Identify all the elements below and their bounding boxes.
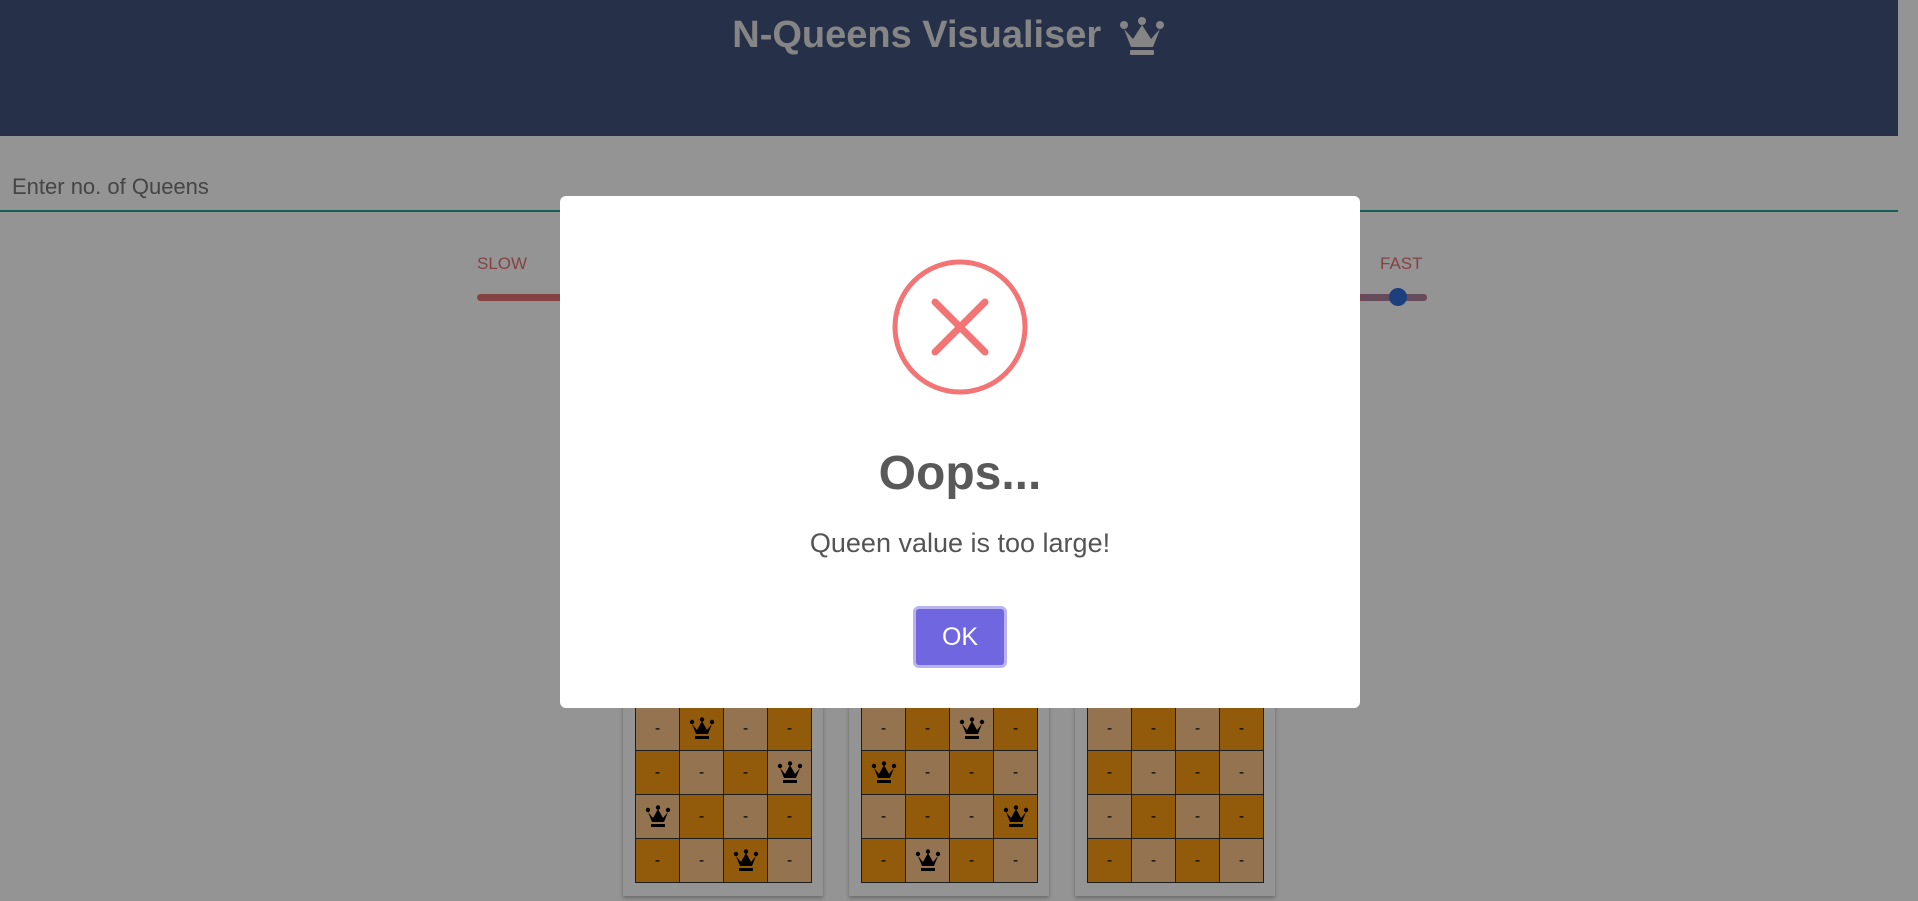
ok-button[interactable]: OK <box>913 606 1007 668</box>
page: N-Queens Visualiser SLOW FAST ----------… <box>0 0 1918 901</box>
dialog-message: Queen value is too large! <box>809 528 1111 558</box>
error-dialog: Oops... Queen value is too large! OK <box>560 196 1360 708</box>
dialog-title: Oops... <box>878 447 1042 500</box>
error-x-icon <box>891 258 1029 396</box>
